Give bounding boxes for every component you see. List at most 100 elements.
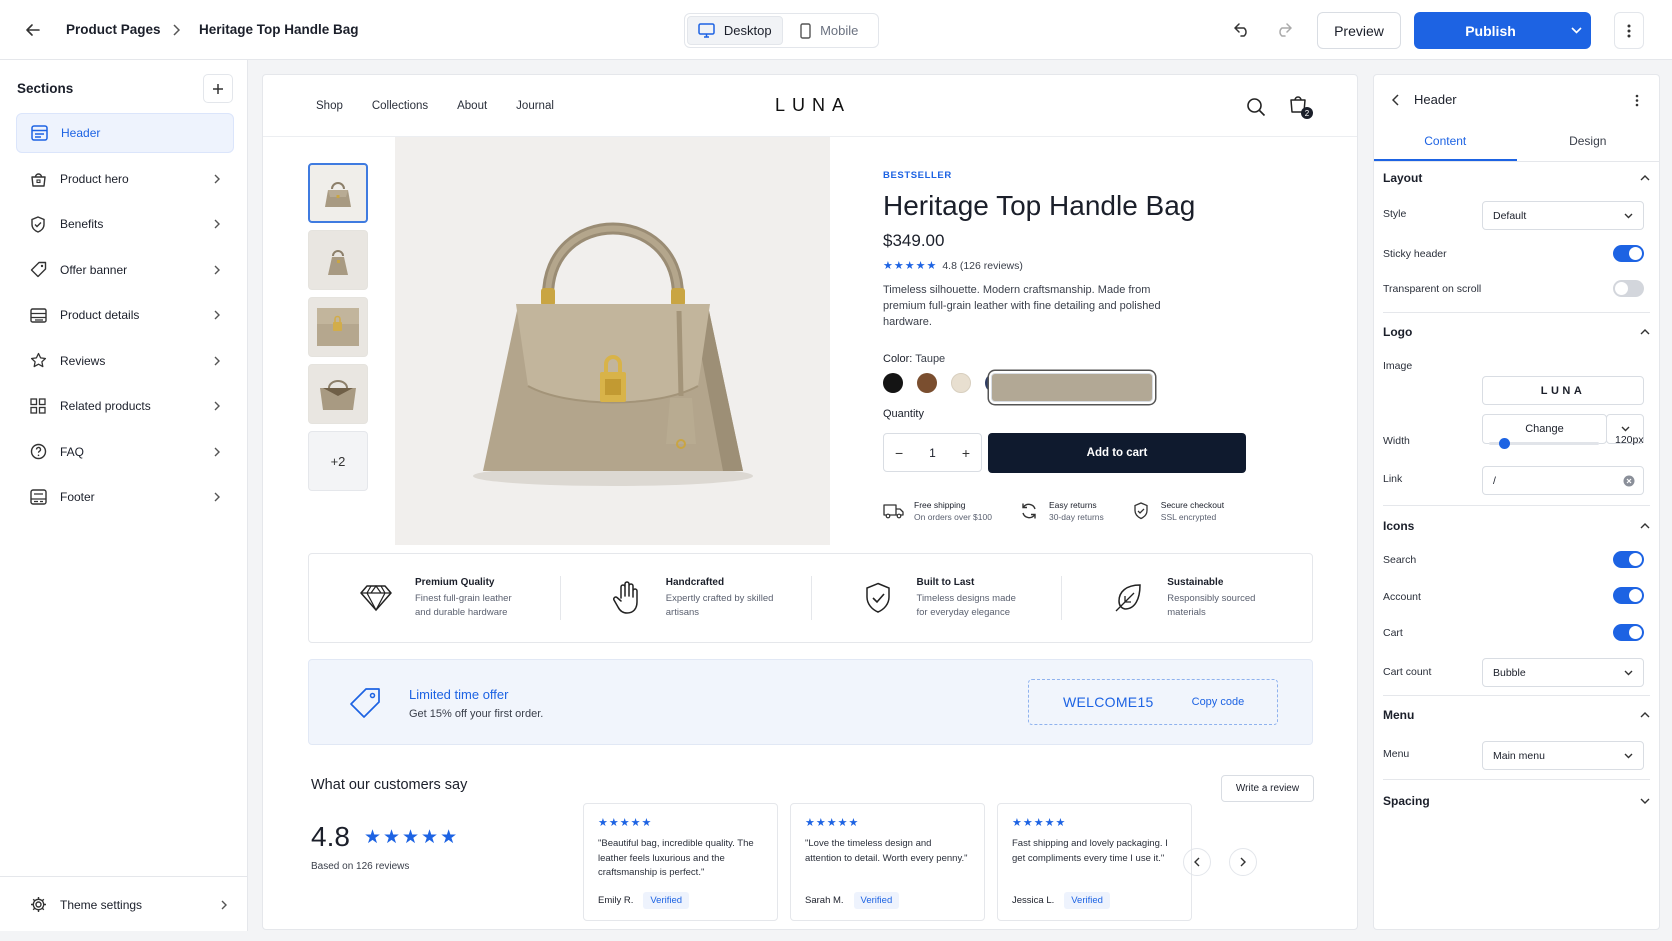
perk-title: Easy returns xyxy=(1048,500,1097,510)
layout-header-icon xyxy=(30,124,48,142)
sidebar-item-header[interactable]: Header xyxy=(16,113,234,153)
back-arrow-icon[interactable] xyxy=(20,18,46,42)
plus-icon[interactable]: + xyxy=(962,445,970,461)
menu-select[interactable]: Main menu xyxy=(1482,741,1644,770)
add-to-cart-button[interactable]: Add to cart xyxy=(988,433,1246,473)
thumbnail-image[interactable] xyxy=(308,163,368,223)
color-swatch-cream[interactable] xyxy=(951,373,971,393)
breadcrumb-parent[interactable]: Product Pages xyxy=(66,22,161,37)
leaf-icon xyxy=(1111,581,1145,615)
sidebar-item-footer[interactable]: Footer xyxy=(16,477,234,517)
thumbnail-image[interactable] xyxy=(308,230,368,290)
more-vertical-icon[interactable] xyxy=(1614,12,1644,49)
sections-title: Sections xyxy=(17,81,74,96)
more-thumbnails-button[interactable]: +2 xyxy=(308,431,368,491)
sidebar-item-product-hero[interactable]: Product hero xyxy=(16,159,234,199)
sidebar-item-related-products[interactable]: Related products xyxy=(16,386,234,426)
chevron-down-icon[interactable] xyxy=(1561,12,1591,49)
quantity-value[interactable]: 1 xyxy=(929,446,936,460)
diamond-icon xyxy=(359,581,393,615)
more-vertical-icon[interactable] xyxy=(1629,91,1645,109)
nav-link-shop[interactable]: Shop xyxy=(316,100,343,112)
search-icon-toggle[interactable] xyxy=(1613,551,1644,568)
logo-link-value: / xyxy=(1493,474,1496,487)
layout-group-header[interactable]: Layout xyxy=(1383,171,1650,185)
theme-settings-button[interactable]: Theme settings xyxy=(0,876,247,932)
spacing-group-header[interactable]: Spacing xyxy=(1383,794,1650,808)
cart-button[interactable]: 2 xyxy=(1288,94,1314,120)
promo-code: WELCOME15 xyxy=(1063,694,1154,710)
logo-link-input[interactable]: / xyxy=(1482,466,1644,495)
redo-icon[interactable] xyxy=(1274,20,1294,40)
nav-link-collections[interactable]: Collections xyxy=(372,100,428,112)
undo-icon[interactable] xyxy=(1232,20,1252,40)
sidebar-item-product-details[interactable]: Product details xyxy=(16,295,234,335)
menu-group-header[interactable]: Menu xyxy=(1383,708,1650,722)
sidebar-item-reviews[interactable]: Reviews xyxy=(16,341,234,381)
review-card: ★★★★★ "Beautiful bag, incredible quality… xyxy=(583,803,778,921)
publish-button[interactable]: Publish xyxy=(1414,12,1591,49)
panel-tabs: Content Design xyxy=(1374,130,1659,162)
store-header[interactable]: Shop Collections About Journal LUNA 2 xyxy=(263,75,1357,137)
account-icon-toggle[interactable] xyxy=(1613,587,1644,604)
preview-button[interactable]: Preview xyxy=(1317,12,1401,49)
cart-icon-toggle[interactable] xyxy=(1613,624,1644,641)
reviews-next-button[interactable] xyxy=(1229,848,1257,876)
copy-code-button[interactable]: Copy code xyxy=(1192,696,1245,708)
logo-image-preview[interactable]: LUNA xyxy=(1482,376,1644,405)
shopping-bag-icon xyxy=(29,170,47,188)
sidebar-item-benefits[interactable]: Benefits xyxy=(16,204,234,244)
average-rating-stars: ★★★★★ xyxy=(363,826,460,848)
offer-banner[interactable]: Limited time offer Get 15% off your firs… xyxy=(308,659,1313,745)
logo-width-slider[interactable] xyxy=(1489,438,1599,449)
style-select[interactable]: Default xyxy=(1482,201,1644,230)
review-cards: ★★★★★ "Beautiful bag, incredible quality… xyxy=(583,803,1192,921)
tab-content[interactable]: Content xyxy=(1374,130,1517,161)
sidebar-item-faq[interactable]: FAQ xyxy=(16,432,234,472)
cart-count-select[interactable]: Bubble xyxy=(1482,658,1644,687)
search-icon[interactable] xyxy=(1245,96,1267,118)
minus-icon[interactable]: − xyxy=(895,445,903,461)
write-review-button[interactable]: Write a review xyxy=(1221,775,1314,802)
tab-design[interactable]: Design xyxy=(1517,130,1660,161)
nav-link-about[interactable]: About xyxy=(457,100,487,112)
desktop-view-button[interactable]: Desktop xyxy=(687,16,783,45)
chevron-left-icon[interactable] xyxy=(1386,91,1404,109)
thumbnail-image[interactable] xyxy=(308,364,368,424)
review-count[interactable]: (126 reviews) xyxy=(960,260,1023,272)
slider-knob[interactable] xyxy=(1498,438,1510,449)
logo-width-value: 120px xyxy=(1615,434,1644,446)
store-logo[interactable]: LUNA xyxy=(758,95,868,116)
review-stars: ★★★★★ xyxy=(805,817,860,829)
add-section-button[interactable] xyxy=(203,74,233,103)
thumbnail-image[interactable] xyxy=(308,297,368,357)
color-swatch-black[interactable] xyxy=(883,373,903,393)
spacing-heading: Spacing xyxy=(1383,794,1430,808)
color-swatch-brown[interactable] xyxy=(917,373,937,393)
benefit-title: Premium Quality xyxy=(415,576,495,588)
publish-label: Publish xyxy=(1465,22,1516,39)
width-label: Width xyxy=(1383,435,1410,447)
thumbnail-list: +2 xyxy=(308,163,370,498)
review-text: "Beautiful bag, incredible quality. The … xyxy=(598,838,754,878)
transparent-on-scroll-toggle[interactable] xyxy=(1613,280,1644,297)
quantity-stepper[interactable]: − 1 + xyxy=(883,433,982,472)
perk-secure-checkout: Secure checkout SSL encrypted xyxy=(1130,499,1224,523)
mobile-view-button[interactable]: Mobile xyxy=(783,16,877,45)
truck-icon xyxy=(883,500,905,522)
chevron-right-icon xyxy=(212,400,222,412)
nav-link-journal[interactable]: Journal xyxy=(516,100,554,112)
logo-group-header[interactable]: Logo xyxy=(1383,325,1650,339)
verified-badge: Verified xyxy=(643,892,690,909)
icons-group-header[interactable]: Icons xyxy=(1383,519,1650,533)
reviews-prev-button[interactable] xyxy=(1183,848,1211,876)
sidebar-item-label: Header xyxy=(61,126,101,140)
chevron-up-icon xyxy=(1640,329,1650,335)
sidebar-item-offer-banner[interactable]: Offer banner xyxy=(16,250,234,290)
color-swatch-taupe[interactable] xyxy=(991,373,1153,402)
benefits-section[interactable]: Premium Quality Finest full-grain leathe… xyxy=(308,553,1313,643)
benefit-item: Handcrafted Expertly crafted by skilled … xyxy=(559,554,811,642)
sticky-header-toggle[interactable] xyxy=(1613,245,1644,262)
clear-icon[interactable] xyxy=(1623,475,1635,487)
bestseller-badge: BESTSELLER xyxy=(883,170,952,181)
